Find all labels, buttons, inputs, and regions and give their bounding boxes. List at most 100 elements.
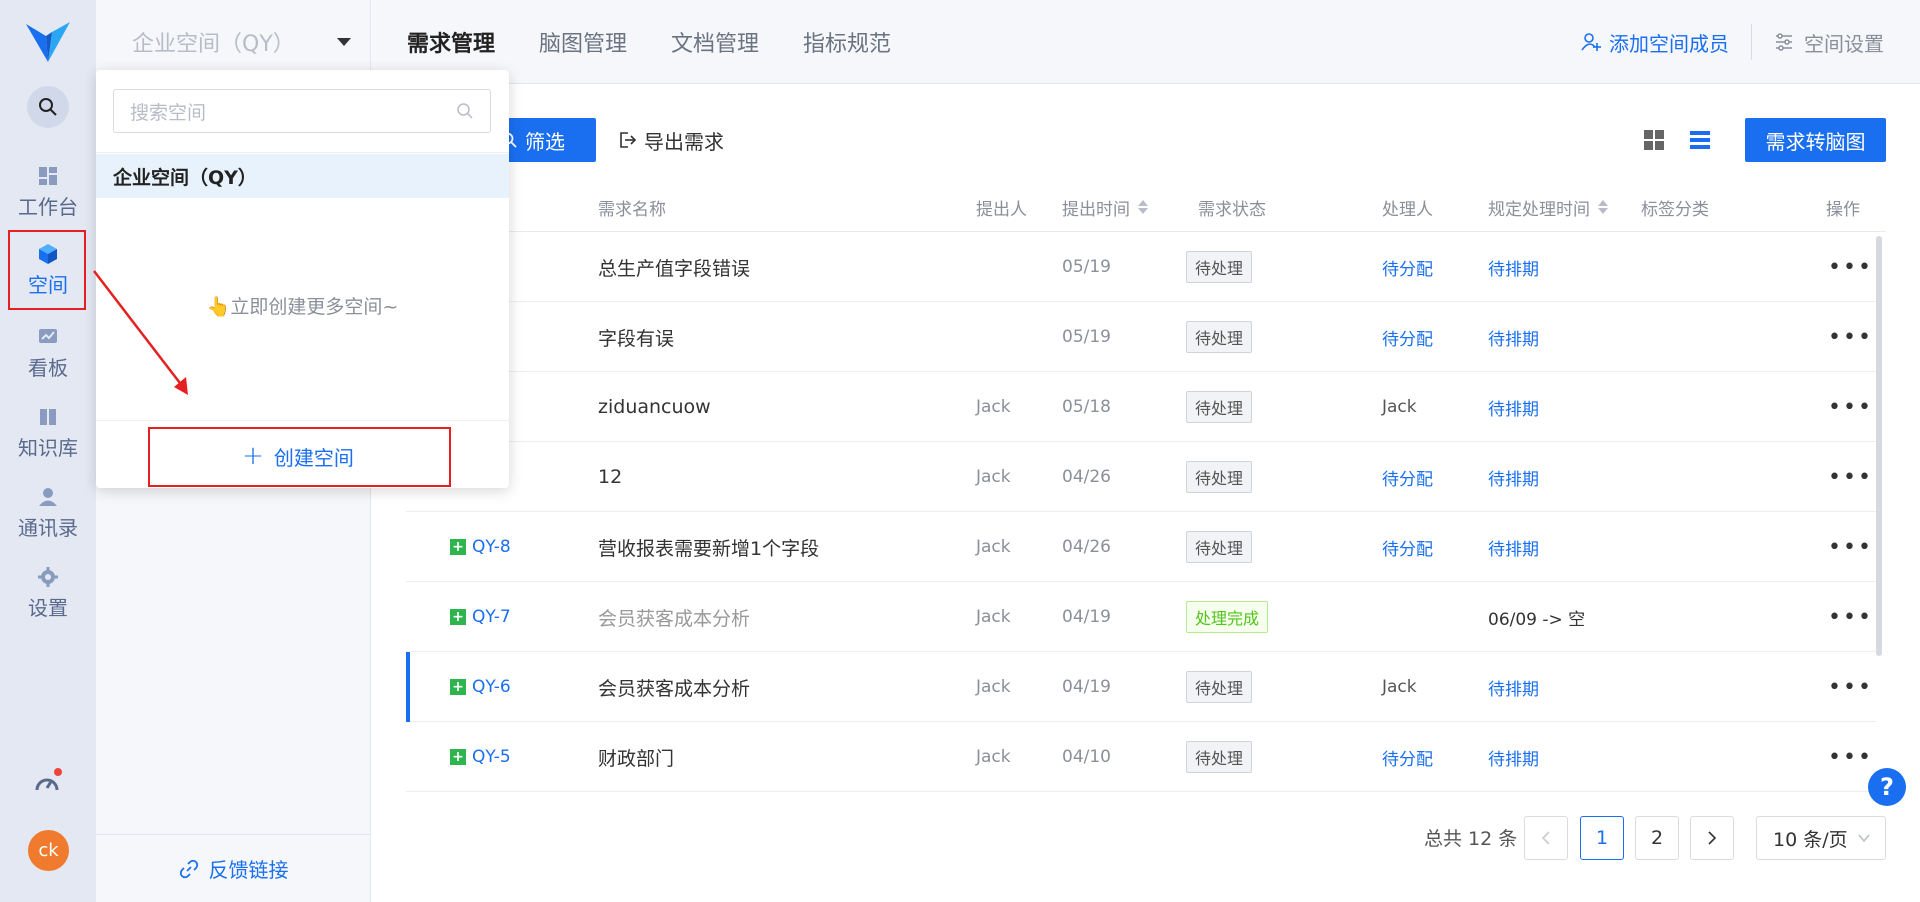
table-row[interactable]: 2 总生产值字段错误 05/19 待处理 待分配 待排期 ••• [406,232,1876,302]
requirement-id[interactable]: + QY-7 [450,582,511,652]
rail-item-knowledge[interactable]: 知识库 [0,398,96,468]
table-row[interactable]: 1 字段有误 05/19 待处理 待分配 待排期 ••• [406,302,1876,372]
column-header-name: 需求名称 [598,199,666,220]
requirement-proposer: Jack [976,677,1011,697]
requirement-deadline[interactable]: 待排期 [1488,302,1539,372]
chevron-down-icon [1858,834,1870,843]
requirement-name[interactable]: 会员获客成本分析 [598,652,750,722]
rail-item-label: 通讯录 [18,515,78,540]
rail-item-label: 知识库 [18,435,78,460]
requirement-time: 04/10 [1062,747,1111,767]
requirement-handler[interactable]: 待分配 [1382,232,1433,302]
avatar[interactable]: ck [28,830,69,871]
status-badge[interactable]: 待处理 [1186,671,1253,703]
tab-metrics[interactable]: 指标规范 [803,26,891,58]
table-row[interactable]: 0 ziduancuow Jack 05/18 待处理 Jack 待排期 ••• [406,372,1876,442]
help-button[interactable]: ? [1868,768,1906,806]
pagination-total: 总共 12 条 [1424,828,1518,850]
global-search-button[interactable] [27,86,69,128]
requirement-proposer: Jack [976,537,1011,557]
status-badge[interactable]: 待处理 [1186,391,1253,423]
rail-item-workbench[interactable]: 工作台 [0,157,96,227]
rail-item-contacts[interactable]: 通讯录 [0,478,96,548]
table-row[interactable]: + QY-7 会员获客成本分析 Jack 04/19 处理完成 06/09 -> … [406,582,1876,652]
more-icon[interactable]: ••• [1828,512,1873,582]
requirement-name[interactable]: 字段有误 [598,302,674,372]
requirement-id[interactable]: + QY-6 [450,652,511,722]
grid-view-icon[interactable] [1642,128,1666,152]
gear-icon [37,566,59,588]
requirement-deadline[interactable]: 待排期 [1488,722,1539,792]
requirement-name[interactable]: 财政部门 [598,722,674,792]
convert-to-mindmap-button[interactable]: 需求转脑图 [1745,118,1886,162]
status-badge[interactable]: 待处理 [1186,251,1253,283]
requirement-deadline[interactable]: 06/09 -> 空 [1488,582,1585,652]
tab-documents[interactable]: 文档管理 [671,26,759,58]
requirement-handler[interactable]: Jack [1382,372,1417,442]
dropdown-divider [96,152,509,153]
table-scrollbar[interactable] [1876,236,1882,656]
requirement-handler[interactable]: 待分配 [1382,722,1433,792]
feedback-link[interactable]: 反馈链接 [96,834,371,902]
column-header-handler: 处理人 [1382,199,1433,220]
status-badge[interactable]: 待处理 [1186,531,1253,563]
column-header-deadline[interactable]: 规定处理时间 [1488,182,1608,232]
requirement-name[interactable]: 12 [598,442,622,512]
list-view-icon[interactable] [1688,128,1712,152]
add-member-button[interactable]: 添加空间成员 [1581,28,1729,57]
rail-item-settings[interactable]: 设置 [0,558,96,628]
requirement-handler[interactable]: 待分配 [1382,302,1433,372]
requirement-handler[interactable]: Jack [1382,652,1417,722]
more-icon[interactable]: ••• [1828,442,1873,512]
space-option[interactable]: 企业空间（QY） [96,154,509,198]
table-row[interactable]: 12 Jack 04/26 待处理 待分配 待排期 ••• [406,442,1876,512]
requirement-name[interactable]: ziduancuow [598,372,711,442]
space-search-input[interactable]: 搜索空间 [113,89,491,133]
requirement-deadline[interactable]: 待排期 [1488,232,1539,302]
requirement-handler[interactable]: 待分配 [1382,442,1433,512]
export-button[interactable]: 导出需求 [618,118,724,162]
space-settings-button[interactable]: 空间设置 [1774,28,1884,57]
page-button-2[interactable]: 2 [1635,816,1679,860]
tab-requirements[interactable]: 需求管理 [407,26,495,58]
status-badge[interactable]: 处理完成 [1186,601,1269,633]
requirement-deadline[interactable]: 待排期 [1488,442,1539,512]
space-search-placeholder: 搜索空间 [130,101,207,124]
requirement-name[interactable]: 会员获客成本分析 [598,582,750,652]
requirement-id-label: QY-5 [472,747,511,767]
requirement-handler[interactable]: 待分配 [1382,512,1433,582]
requirement-name[interactable]: 总生产值字段错误 [598,232,750,302]
requirement-id[interactable]: + QY-8 [450,512,511,582]
column-header-time[interactable]: 提出时间 [1062,182,1148,232]
page-button-1[interactable]: 1 [1580,816,1624,860]
requirement-deadline[interactable]: 待排期 [1488,652,1539,722]
sliders-icon [1776,33,1792,51]
column-header-deadline-label: 规定处理时间 [1488,199,1590,220]
status-badge[interactable]: 待处理 [1186,461,1253,493]
more-icon[interactable]: ••• [1828,302,1873,372]
more-icon[interactable]: ••• [1828,372,1873,442]
rail-item-board[interactable]: 看板 [0,318,96,388]
status-badge[interactable]: 待处理 [1186,321,1253,353]
tab-mindmap[interactable]: 脑图管理 [539,26,627,58]
table-row[interactable]: + QY-5 财政部门 Jack 04/10 待处理 待分配 待排期 ••• [406,722,1876,792]
requirement-deadline[interactable]: 待排期 [1488,372,1539,442]
app-logo-icon[interactable] [22,18,74,66]
table-row[interactable]: + QY-6 会员获客成本分析 Jack 04/19 待处理 Jack 待排期 •… [406,652,1876,722]
more-icon[interactable]: ••• [1828,652,1873,722]
requirement-deadline[interactable]: 待排期 [1488,512,1539,582]
page-size-select[interactable]: 10 条/页 [1756,816,1886,860]
table-row[interactable]: + QY-8 营收报表需要新增1个字段 Jack 04/26 待处理 待分配 待排… [406,512,1876,582]
more-icon[interactable]: ••• [1828,722,1873,792]
speed-dashboard-button[interactable] [29,765,65,801]
status-badge[interactable]: 待处理 [1186,741,1253,773]
rail-item-label: 看板 [28,355,68,380]
more-icon[interactable]: ••• [1828,232,1873,302]
more-icon[interactable]: ••• [1828,582,1873,652]
next-page-button[interactable] [1690,816,1734,860]
requirement-name[interactable]: 营收报表需要新增1个字段 [598,512,819,582]
prev-page-button[interactable] [1524,816,1568,860]
rail-item-label: 设置 [28,595,68,620]
requirement-id[interactable]: + QY-5 [450,722,511,792]
requirement-time: 04/19 [1062,607,1111,627]
